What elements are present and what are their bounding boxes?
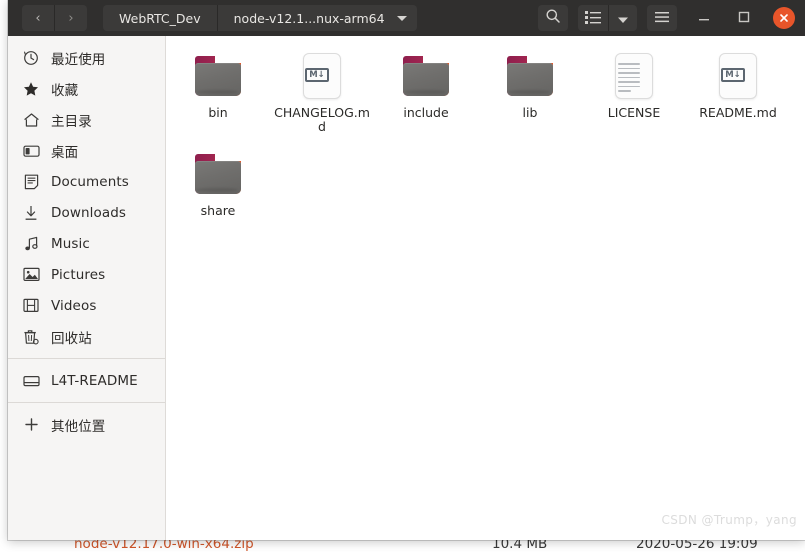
folder-icon xyxy=(194,150,242,198)
close-icon xyxy=(778,9,790,28)
file-item[interactable]: M↓ CHANGELOG.md xyxy=(270,48,374,134)
minimize-icon xyxy=(697,9,711,28)
document-lines xyxy=(618,63,640,95)
text-file-icon xyxy=(610,52,658,100)
breadcrumb-item-parent[interactable]: WebRTC_Dev xyxy=(103,5,218,31)
download-icon xyxy=(22,204,40,222)
markdown-badge: M↓ xyxy=(305,68,329,82)
sidebar-item-label: 回收站 xyxy=(51,330,92,347)
markdown-file-icon: M↓ xyxy=(714,52,762,100)
sidebar-separator xyxy=(8,358,165,359)
sidebar-item-其他位置[interactable]: 其他位置 xyxy=(8,409,165,440)
sidebar-item-label: 桌面 xyxy=(51,144,79,161)
sidebar-item-回收站[interactable]: 回收站 xyxy=(8,321,165,352)
file-name-label: include xyxy=(403,105,449,120)
sidebar-item-桌面[interactable]: 桌面 xyxy=(8,135,165,166)
sidebar-item-documents[interactable]: Documents xyxy=(8,166,165,197)
desktop-icon xyxy=(22,142,40,160)
sidebar-item-downloads[interactable]: Downloads xyxy=(8,197,165,228)
sidebar-item-videos[interactable]: Videos xyxy=(8,290,165,321)
file-item[interactable]: lib xyxy=(478,48,582,134)
breadcrumb: WebRTC_Dev node-v12.1...nux-arm64 xyxy=(103,5,417,31)
sidebar-item-label: 主目录 xyxy=(51,113,92,130)
header-bar: ‹ › WebRTC_Dev node-v12.1...nux-arm64 xyxy=(8,0,805,36)
main-menu-button[interactable] xyxy=(647,5,677,31)
home-icon xyxy=(22,111,40,129)
chevron-down-icon xyxy=(617,9,629,28)
sidebar: 最近使用收藏主目录桌面 Documents Downloads Music Pictur… xyxy=(8,36,166,540)
documents-icon xyxy=(22,173,40,191)
clock-icon xyxy=(22,49,40,67)
navigation-button-group: ‹ › xyxy=(22,5,87,31)
breadcrumb-item-current[interactable]: node-v12.1...nux-arm64 xyxy=(217,5,417,31)
plus-icon xyxy=(22,416,40,434)
view-options-group xyxy=(578,5,637,31)
sidebar-item-label: Videos xyxy=(51,297,97,314)
file-grid: bin M↓ CHANGELOG.md include lib LICENSE M↓ READ… xyxy=(166,44,805,226)
picture-icon xyxy=(22,266,40,284)
drive-icon xyxy=(22,372,40,390)
forward-button[interactable]: › xyxy=(55,5,87,31)
sidebar-item-label: Pictures xyxy=(51,266,106,283)
sidebar-item-label: 收藏 xyxy=(51,82,79,99)
file-item[interactable]: LICENSE xyxy=(582,48,686,134)
search-icon xyxy=(545,8,561,28)
chevron-down-icon xyxy=(396,15,407,21)
sidebar-item-最近使用[interactable]: 最近使用 xyxy=(8,42,165,73)
file-item[interactable]: share xyxy=(166,146,270,218)
sidebar-item-music[interactable]: Music xyxy=(8,228,165,259)
back-button[interactable]: ‹ xyxy=(22,5,55,31)
minimize-button[interactable] xyxy=(691,5,717,31)
sidebar-item-收藏[interactable]: 收藏 xyxy=(8,73,165,104)
hamburger-menu-icon xyxy=(654,9,670,28)
markdown-badge: M↓ xyxy=(721,68,745,82)
file-name-label: README.md xyxy=(699,105,777,120)
music-note-icon xyxy=(22,235,40,253)
sidebar-item-pictures[interactable]: Pictures xyxy=(8,259,165,290)
sidebar-item-label: 其他位置 xyxy=(51,418,106,435)
file-name-label: share xyxy=(200,203,236,218)
folder-icon xyxy=(402,52,450,100)
star-icon xyxy=(22,80,40,98)
file-grid-pane[interactable]: bin M↓ CHANGELOG.md include lib LICENSE M↓ READ… xyxy=(166,36,805,540)
trash-icon xyxy=(22,328,40,346)
file-name-label: bin xyxy=(208,105,228,120)
sidebar-item-主目录[interactable]: 主目录 xyxy=(8,104,165,135)
markdown-file-icon: M↓ xyxy=(298,52,346,100)
watermark-text: CSDN @Trump，yang xyxy=(661,513,797,527)
maximize-icon xyxy=(737,9,751,28)
file-item[interactable]: M↓ README.md xyxy=(686,48,790,134)
window-body: 最近使用收藏主目录桌面 Documents Downloads Music Pictur… xyxy=(8,36,805,540)
folder-icon xyxy=(506,52,554,100)
sidebar-item-label: L4T-README xyxy=(51,372,138,389)
film-icon xyxy=(22,297,40,315)
sidebar-item-label: Downloads xyxy=(51,204,127,221)
sidebar-item-label: 最近使用 xyxy=(51,51,106,68)
file-name-label: LICENSE xyxy=(607,105,661,120)
close-button[interactable] xyxy=(773,7,795,29)
folder-icon xyxy=(194,52,242,100)
list-view-icon xyxy=(585,9,601,28)
sidebar-separator xyxy=(8,402,165,403)
sidebar-item-label: Music xyxy=(51,235,90,252)
view-dropdown-button[interactable] xyxy=(609,5,637,31)
list-view-button[interactable] xyxy=(578,5,609,31)
file-name-label: lib xyxy=(522,105,538,120)
search-button[interactable] xyxy=(538,5,568,31)
file-manager-window: ‹ › WebRTC_Dev node-v12.1...nux-arm64 最近… xyxy=(8,0,805,540)
maximize-button[interactable] xyxy=(731,5,757,31)
file-item[interactable]: bin xyxy=(166,48,270,134)
breadcrumb-current-label: node-v12.1...nux-arm64 xyxy=(233,10,385,26)
sidebar-item-l4t-readme[interactable]: L4T-README xyxy=(8,365,165,396)
file-item[interactable]: include xyxy=(374,48,478,134)
sidebar-item-label: Documents xyxy=(51,173,129,190)
file-name-label: CHANGELOG.md xyxy=(274,105,370,134)
